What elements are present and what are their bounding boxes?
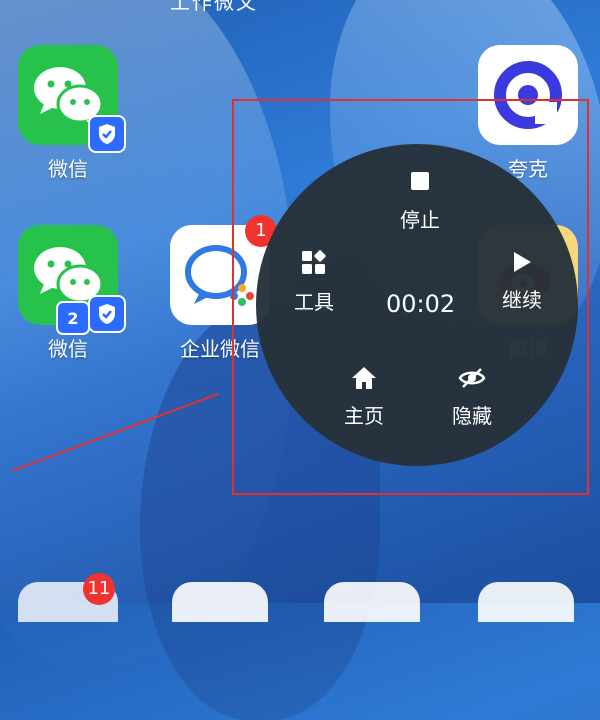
hide-label: 隐藏 <box>452 404 492 428</box>
notification-badge: 11 <box>83 573 115 605</box>
partial-top-text: 工作微文 <box>170 0 258 14</box>
shield-icon <box>88 115 126 153</box>
continue-button[interactable]: 继续 <box>494 250 550 313</box>
home-icon <box>352 367 376 389</box>
play-icon <box>514 252 531 272</box>
continue-label: 继续 <box>502 288 542 312</box>
app-label: 微信 <box>48 157 88 181</box>
home-button[interactable]: 主页 <box>336 366 392 429</box>
home-label: 主页 <box>344 404 384 428</box>
stop-label: 停止 <box>400 208 440 232</box>
hide-eye-icon <box>458 368 486 388</box>
app-wechat[interactable]: 微信 <box>18 45 126 182</box>
clone-badge-icon: 2 <box>56 301 90 335</box>
tools-icon <box>302 250 326 274</box>
dock-app[interactable] <box>478 582 574 622</box>
dock-app[interactable] <box>172 582 268 622</box>
wechat-icon <box>18 45 126 153</box>
dock-app[interactable] <box>324 582 420 622</box>
app-wechat-clone[interactable]: 2 微信 <box>18 225 126 362</box>
app-label: 微信 <box>48 337 88 361</box>
stop-button[interactable]: 停止 <box>392 172 448 233</box>
shield-icon <box>88 295 126 333</box>
stop-icon <box>411 172 429 190</box>
wechat-icon: 2 <box>18 225 126 335</box>
recording-timer: 00:02 <box>386 290 456 318</box>
tools-label: 工具 <box>294 290 334 314</box>
tools-button[interactable]: 工具 <box>286 250 342 315</box>
hide-button[interactable]: 隐藏 <box>444 366 500 429</box>
